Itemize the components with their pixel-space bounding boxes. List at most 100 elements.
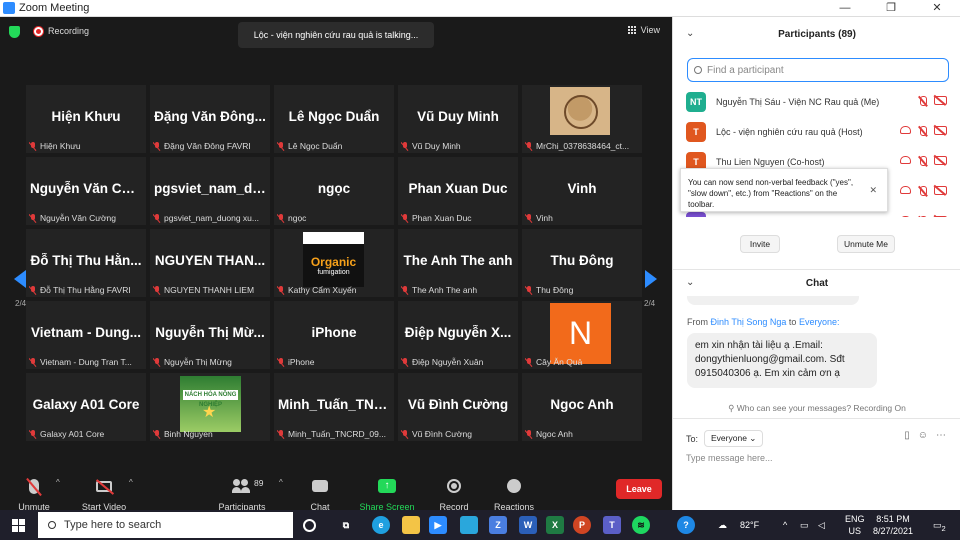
participant-name-text: pgsviet_nam_duong xu...: [164, 213, 259, 223]
close-tooltip-icon[interactable]: ✕: [869, 185, 877, 196]
participant-video-tile[interactable]: Galaxy A01 Core Galaxy A01 Core: [26, 373, 146, 441]
audio-options-chevron-icon[interactable]: ^: [56, 478, 60, 487]
participant-video-tile[interactable]: Minh_Tuấn_TNC... Minh_Tuấn_TNCRD_09...: [274, 373, 394, 441]
tray-expand-icon[interactable]: ^: [783, 519, 787, 531]
participant-video-tile[interactable]: Đặng Văn Đông... Đặng Văn Đông FAVRI: [150, 85, 270, 153]
spotify-icon[interactable]: ≋: [632, 516, 650, 534]
language-region: US: [848, 526, 862, 536]
close-button[interactable]: ✕: [914, 0, 960, 17]
participant-row[interactable]: T Lộc - viện nghiên cứu rau quả (Host): [673, 117, 960, 147]
participant-video-tile[interactable]: Vũ Đình Cường Vũ Đình Cường: [398, 373, 518, 441]
participant-video-tile[interactable]: MrChi_0378638464_ct...: [522, 85, 642, 153]
maximize-button[interactable]: ❐: [868, 0, 914, 17]
security-shield-icon[interactable]: [9, 26, 20, 38]
participant-status-icons: [900, 126, 947, 137]
more-icon[interactable]: ⋯: [936, 430, 946, 441]
participant-video-tile[interactable]: NÁCH HÓA NÔNG NGHIỆP ★ Binh Nguyen: [150, 373, 270, 441]
word-icon[interactable]: W: [519, 516, 537, 534]
volume-icon[interactable]: ◁: [818, 519, 825, 531]
store-icon[interactable]: [460, 516, 478, 534]
unmute-button[interactable]: Unmute: [14, 476, 54, 512]
notifications-icon[interactable]: ▭2: [933, 519, 946, 535]
participants-options-chevron-icon[interactable]: ^: [279, 478, 283, 487]
page-indicator-left: 2/4: [15, 299, 27, 308]
participant-display-name: Phan Xuan Duc: [408, 181, 508, 196]
participant-video-tile[interactable]: N Cây Ăn Quả: [522, 301, 642, 369]
participant-status-icons: [900, 186, 947, 197]
participant-video-tile[interactable]: Ngoc Anh Ngoc Anh: [522, 373, 642, 441]
leave-button[interactable]: Leave: [616, 479, 662, 499]
minimize-button[interactable]: —: [822, 0, 868, 17]
chat-message-bubble: em xin nhận tài liệu ạ .Email: dongythie…: [687, 333, 877, 388]
participant-video-tile[interactable]: Organic fumigation Kathy Cẩm Xuyến: [274, 229, 394, 297]
participant-video-tile[interactable]: The Anh The anh The Anh The anh: [398, 229, 518, 297]
meeting-area: Recording Lộc - viện nghiên cứu rau quả …: [0, 17, 672, 527]
participant-video-tile[interactable]: Vũ Duy Minh Vũ Duy Minh: [398, 85, 518, 153]
video-options-chevron-icon[interactable]: ^: [129, 478, 133, 487]
record-button[interactable]: Record: [436, 476, 472, 512]
participant-video-tile[interactable]: Đỗ Thị Thu Hằn... Đỗ Thị Thu Hằng FAVRI: [26, 229, 146, 297]
participant-video-tile[interactable]: pgsviet_nam_du... pgsviet_nam_duong xu...: [150, 157, 270, 225]
participant-video-tile[interactable]: Phan Xuan Duc Phan Xuan Duc: [398, 157, 518, 225]
share-screen-button[interactable]: ↑ Share Screen: [356, 476, 418, 512]
chat-button[interactable]: Chat: [305, 476, 335, 512]
participant-row[interactable]: NT Nguyễn Thị Sáu - Viện NC Rau quả (Me): [673, 87, 960, 117]
clock[interactable]: 8:51 PM 8/27/2021: [872, 513, 914, 537]
participant-video-tile[interactable]: Vietnam - Dung... Vietnam - Dung Tran T..…: [26, 301, 146, 369]
zalo-icon[interactable]: Z: [489, 516, 507, 534]
participant-video-tile[interactable]: Điệp Nguyễn X... Điệp Nguyễn Xuân: [398, 301, 518, 369]
reactions-button[interactable]: Reactions: [491, 476, 537, 512]
sender-name[interactable]: Đinh Thị Song Nga: [711, 317, 787, 327]
participants-icon: [232, 479, 251, 493]
find-participant-placeholder: Find a participant: [707, 64, 784, 76]
chat-message-input[interactable]: Type message here...: [686, 453, 773, 463]
video-off-icon: [934, 186, 947, 195]
taskbar-search-box[interactable]: Type here to search: [38, 512, 293, 538]
participants-header: ⌄ Participants (89): [673, 17, 960, 53]
powerpoint-icon[interactable]: P: [573, 516, 591, 534]
edge-icon[interactable]: e: [372, 516, 390, 534]
recipient-dropdown[interactable]: Everyone ⌄: [704, 430, 764, 447]
muted-mic-icon: [29, 141, 37, 151]
participant-name-label: Nguyễn Văn Cường: [29, 213, 143, 223]
participant-video-tile[interactable]: Vinh Vinh: [522, 157, 642, 225]
next-page-arrow-icon[interactable]: [645, 270, 657, 288]
find-participant-input[interactable]: Find a participant: [687, 58, 949, 82]
windows-start-icon[interactable]: [12, 519, 25, 532]
file-icon[interactable]: ▯: [904, 430, 910, 441]
file-explorer-icon[interactable]: [402, 516, 420, 534]
participant-video-tile[interactable]: NGUYEN THAN... NGUYEN THANH LIEM: [150, 229, 270, 297]
teams-icon[interactable]: T: [603, 516, 621, 534]
invite-button[interactable]: Invite: [740, 235, 780, 253]
start-video-button[interactable]: Start Video: [78, 476, 130, 512]
participant-video-tile[interactable]: iPhone iPhone: [274, 301, 394, 369]
participant-video-tile[interactable]: Nguyễn Văn Cư... Nguyễn Văn Cường: [26, 157, 146, 225]
participant-display-name: The Anh The anh: [403, 253, 513, 268]
excel-icon[interactable]: X: [546, 516, 564, 534]
network-icon[interactable]: ▭: [800, 519, 809, 531]
recording-indicator[interactable]: Recording: [34, 26, 89, 36]
participant-video-tile[interactable]: Hiện Khưu Hiện Khưu: [26, 85, 146, 153]
help-icon[interactable]: ?: [677, 516, 695, 534]
participant-video-tile[interactable]: Thu Đông Thu Đông: [522, 229, 642, 297]
reaction-icon: [900, 186, 911, 194]
video-off-icon: [934, 156, 947, 165]
emoji-icon[interactable]: ☺: [918, 430, 928, 441]
cortana-icon[interactable]: [303, 519, 316, 532]
task-view-icon[interactable]: ⧉: [337, 516, 355, 534]
who-can-see-link[interactable]: ⚲ Who can see your messages? Recording O…: [673, 403, 960, 414]
zoom-taskbar-icon[interactable]: ▶: [429, 516, 447, 534]
participant-video-tile[interactable]: ngọc ngọc: [274, 157, 394, 225]
muted-mic-icon: [153, 141, 161, 151]
participant-video-tile[interactable]: Lê Ngọc Duẩn Lê Ngọc Duẩn: [274, 85, 394, 153]
previous-page-arrow-icon[interactable]: [14, 270, 26, 288]
participant-display-name: iPhone: [311, 325, 357, 340]
view-label: View: [640, 25, 660, 35]
view-button[interactable]: View: [627, 25, 660, 35]
weather-icon[interactable]: ☁: [718, 519, 727, 531]
unmute-me-button[interactable]: Unmute Me: [837, 235, 895, 253]
participant-video-tile[interactable]: Nguyễn Thị Mừ... Nguyễn Thị Mừng: [150, 301, 270, 369]
weather-temp[interactable]: 82°F: [740, 519, 759, 531]
participant-display-name: Vinh: [567, 181, 597, 196]
input-language[interactable]: ENG US: [845, 513, 865, 537]
